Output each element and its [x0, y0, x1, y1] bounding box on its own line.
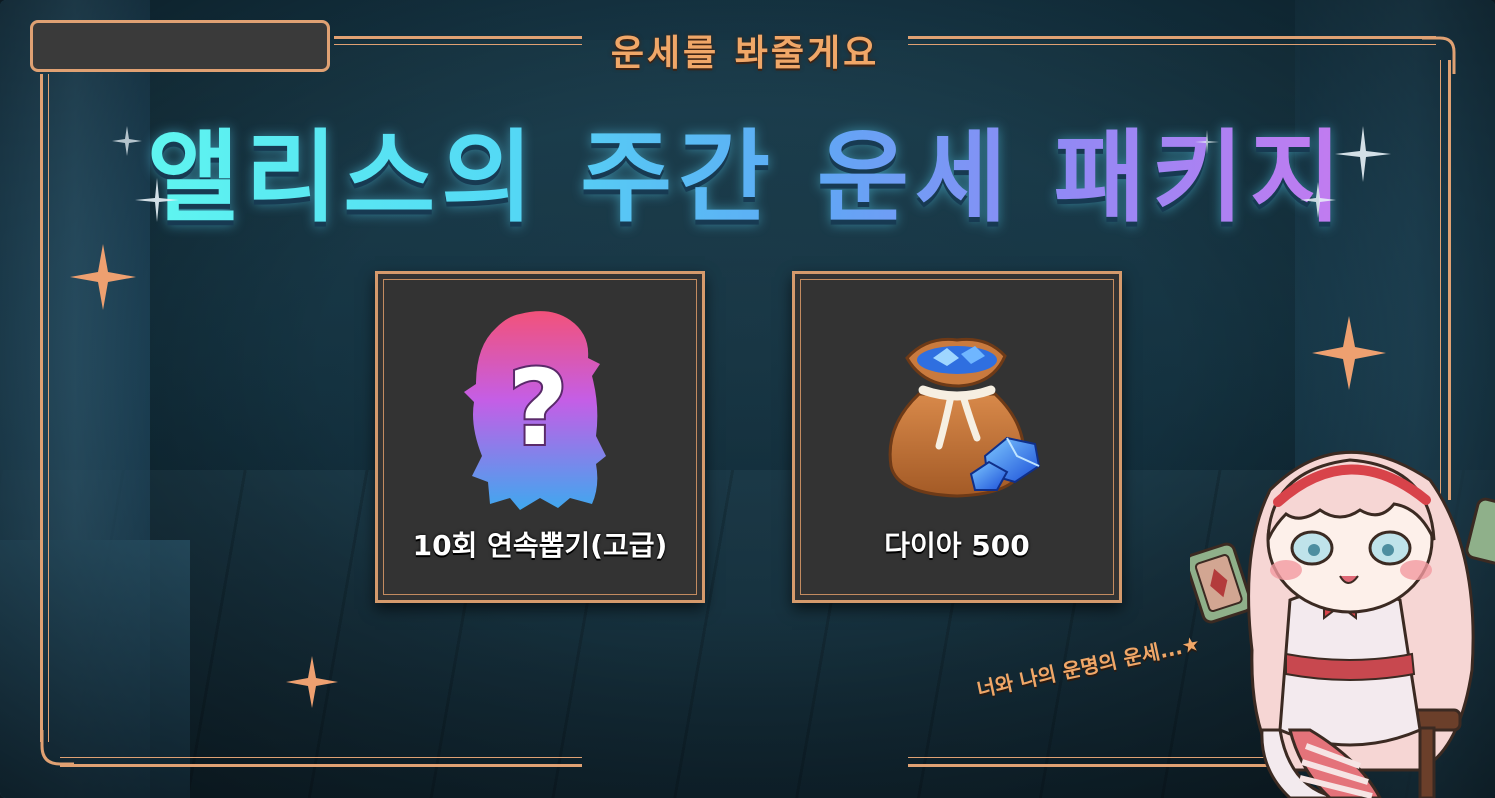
reward-card-diamond[interactable]: 다이아 500 — [792, 271, 1122, 603]
orange-sparkle-icon — [70, 244, 136, 310]
frame-corner-ornament — [40, 730, 74, 766]
alice-character-illustration — [1190, 450, 1495, 798]
svg-text:?: ? — [508, 347, 568, 469]
white-sparkle-icon — [1335, 126, 1391, 182]
banner-title: 앨리스의 주간 운세 패키지 — [140, 118, 1355, 238]
banner-subtitle: 운세를 봐줄게요 — [610, 33, 880, 74]
orange-sparkle-icon — [1312, 316, 1386, 390]
frame-line — [334, 36, 582, 39]
frame-corner-ornament — [1422, 36, 1456, 74]
frame-line — [40, 74, 43, 742]
frame-line — [334, 44, 582, 45]
frame-line — [60, 764, 582, 767]
reward-label: 10회 연속뽑기(고급) — [412, 529, 668, 562]
frame-line — [60, 757, 582, 758]
name-plate — [30, 20, 330, 72]
reward-card-gacha[interactable]: ? 10회 연속뽑기(고급) — [375, 271, 705, 603]
orange-sparkle-icon — [286, 656, 338, 708]
frame-line — [48, 74, 49, 742]
white-sparkle-icon — [1195, 130, 1219, 154]
mystery-silhouette-icon: ? — [464, 311, 606, 510]
frame-line — [908, 44, 1436, 45]
white-sparkle-icon — [1300, 182, 1336, 218]
white-sparkle-icon — [112, 126, 142, 156]
package-banner: 운세를 봐줄게요 앨리스의 주간 운세 패키지 ? 10회 연속뽑기(고급) 다… — [0, 0, 1495, 798]
frame-line — [908, 36, 1436, 39]
reward-label: 다이아 500 — [884, 529, 1030, 562]
diamond-bag-icon — [888, 337, 1041, 498]
white-sparkle-icon — [135, 178, 179, 222]
